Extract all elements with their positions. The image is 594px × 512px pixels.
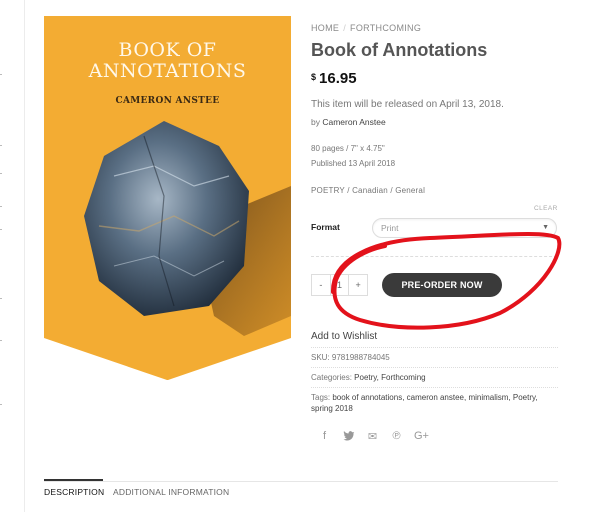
tags-links-line-2[interactable]: spring 2018 <box>311 404 353 413</box>
format-select[interactable]: Print ▼ <box>372 218 557 238</box>
active-tab-indicator <box>44 479 103 481</box>
breadcrumb-current[interactable]: FORTHCOMING <box>350 23 421 33</box>
tags-label: Tags: <box>311 393 331 402</box>
edge-mark <box>0 173 2 174</box>
price-amount: 16.95 <box>319 70 357 87</box>
category-path: POETRY / Canadian / General <box>311 186 426 195</box>
quantity-stepper[interactable]: - 1 + <box>311 274 368 296</box>
edge-mark <box>0 74 2 75</box>
clear-variation-link[interactable]: CLEAR <box>534 205 558 212</box>
sku-row: SKU: 9781988784045 <box>311 347 558 363</box>
google-plus-icon[interactable]: G+ <box>414 430 429 444</box>
page-count: 80 pages / 7" x 4.75" <box>311 144 385 153</box>
chevron-down-icon: ▼ <box>542 224 549 231</box>
currency-symbol: $ <box>311 72 317 82</box>
edge-mark <box>0 404 2 405</box>
breadcrumb-separator: / <box>343 23 347 33</box>
quantity-plus-button[interactable]: + <box>349 275 367 295</box>
categories-row: Categories: Poetry, Forthcoming <box>311 367 558 383</box>
product-image-book-cover[interactable]: BOOK OF ANNOTATIONS CAMERON ANSTEE ♥ <box>44 16 291 380</box>
byline-prefix: by <box>311 117 320 127</box>
twitter-bird-shape <box>343 431 354 441</box>
tab-additional-information[interactable]: ADDITIONAL INFORMATION <box>113 487 229 497</box>
edge-mark <box>0 340 2 341</box>
tags-links-line-1[interactable]: book of annotations, cameron anstee, min… <box>332 393 537 402</box>
edge-mark <box>0 206 2 207</box>
product-title: Book of Annotations <box>311 40 488 60</box>
release-note: This item will be released on April 13, … <box>311 99 504 110</box>
cover-title-line-1: BOOK OF <box>118 39 217 61</box>
format-selected-value: Print <box>381 223 399 233</box>
sku-value: 9781988784045 <box>331 353 390 362</box>
tags-row: Tags: book of annotations, cameron anste… <box>311 387 558 414</box>
breadcrumb: HOME / FORTHCOMING <box>311 23 421 33</box>
product-price: $16.95 <box>311 70 357 87</box>
cover-author: CAMERON ANSTEE <box>115 96 220 106</box>
pinterest-icon[interactable]: ℗ <box>390 430 403 444</box>
tabs-divider <box>44 481 558 482</box>
tab-description[interactable]: DESCRIPTION <box>44 487 104 497</box>
edge-mark <box>0 145 2 146</box>
facebook-icon[interactable]: f <box>318 430 331 444</box>
quantity-minus-button[interactable]: - <box>312 275 330 295</box>
quantity-input[interactable]: 1 <box>329 275 350 295</box>
left-border-line <box>24 0 25 512</box>
email-icon[interactable]: ✉ <box>366 430 379 444</box>
cover-title-line-2: ANNOTATIONS <box>88 60 247 82</box>
pre-order-button[interactable]: PRE-ORDER NOW <box>382 273 502 297</box>
cover-title: BOOK OF ANNOTATIONS <box>44 40 291 82</box>
twitter-icon[interactable] <box>342 430 355 444</box>
format-label: Format <box>311 222 340 232</box>
add-to-wishlist-link[interactable]: Add to Wishlist <box>311 331 377 342</box>
breadcrumb-home-link[interactable]: HOME <box>311 23 339 33</box>
share-icons: f ✉ ℗ G+ <box>318 430 429 444</box>
edge-mark <box>0 298 2 299</box>
categories-label: Categories: <box>311 373 352 382</box>
publish-date: Published 13 April 2018 <box>311 159 396 168</box>
divider <box>311 256 557 257</box>
product-byline: by Cameron Anstee <box>311 117 386 127</box>
categories-links[interactable]: Poetry, Forthcoming <box>354 373 425 382</box>
sku-label: SKU: <box>311 353 330 362</box>
edge-mark <box>0 229 2 230</box>
author-link[interactable]: Cameron Anstee <box>322 117 385 127</box>
